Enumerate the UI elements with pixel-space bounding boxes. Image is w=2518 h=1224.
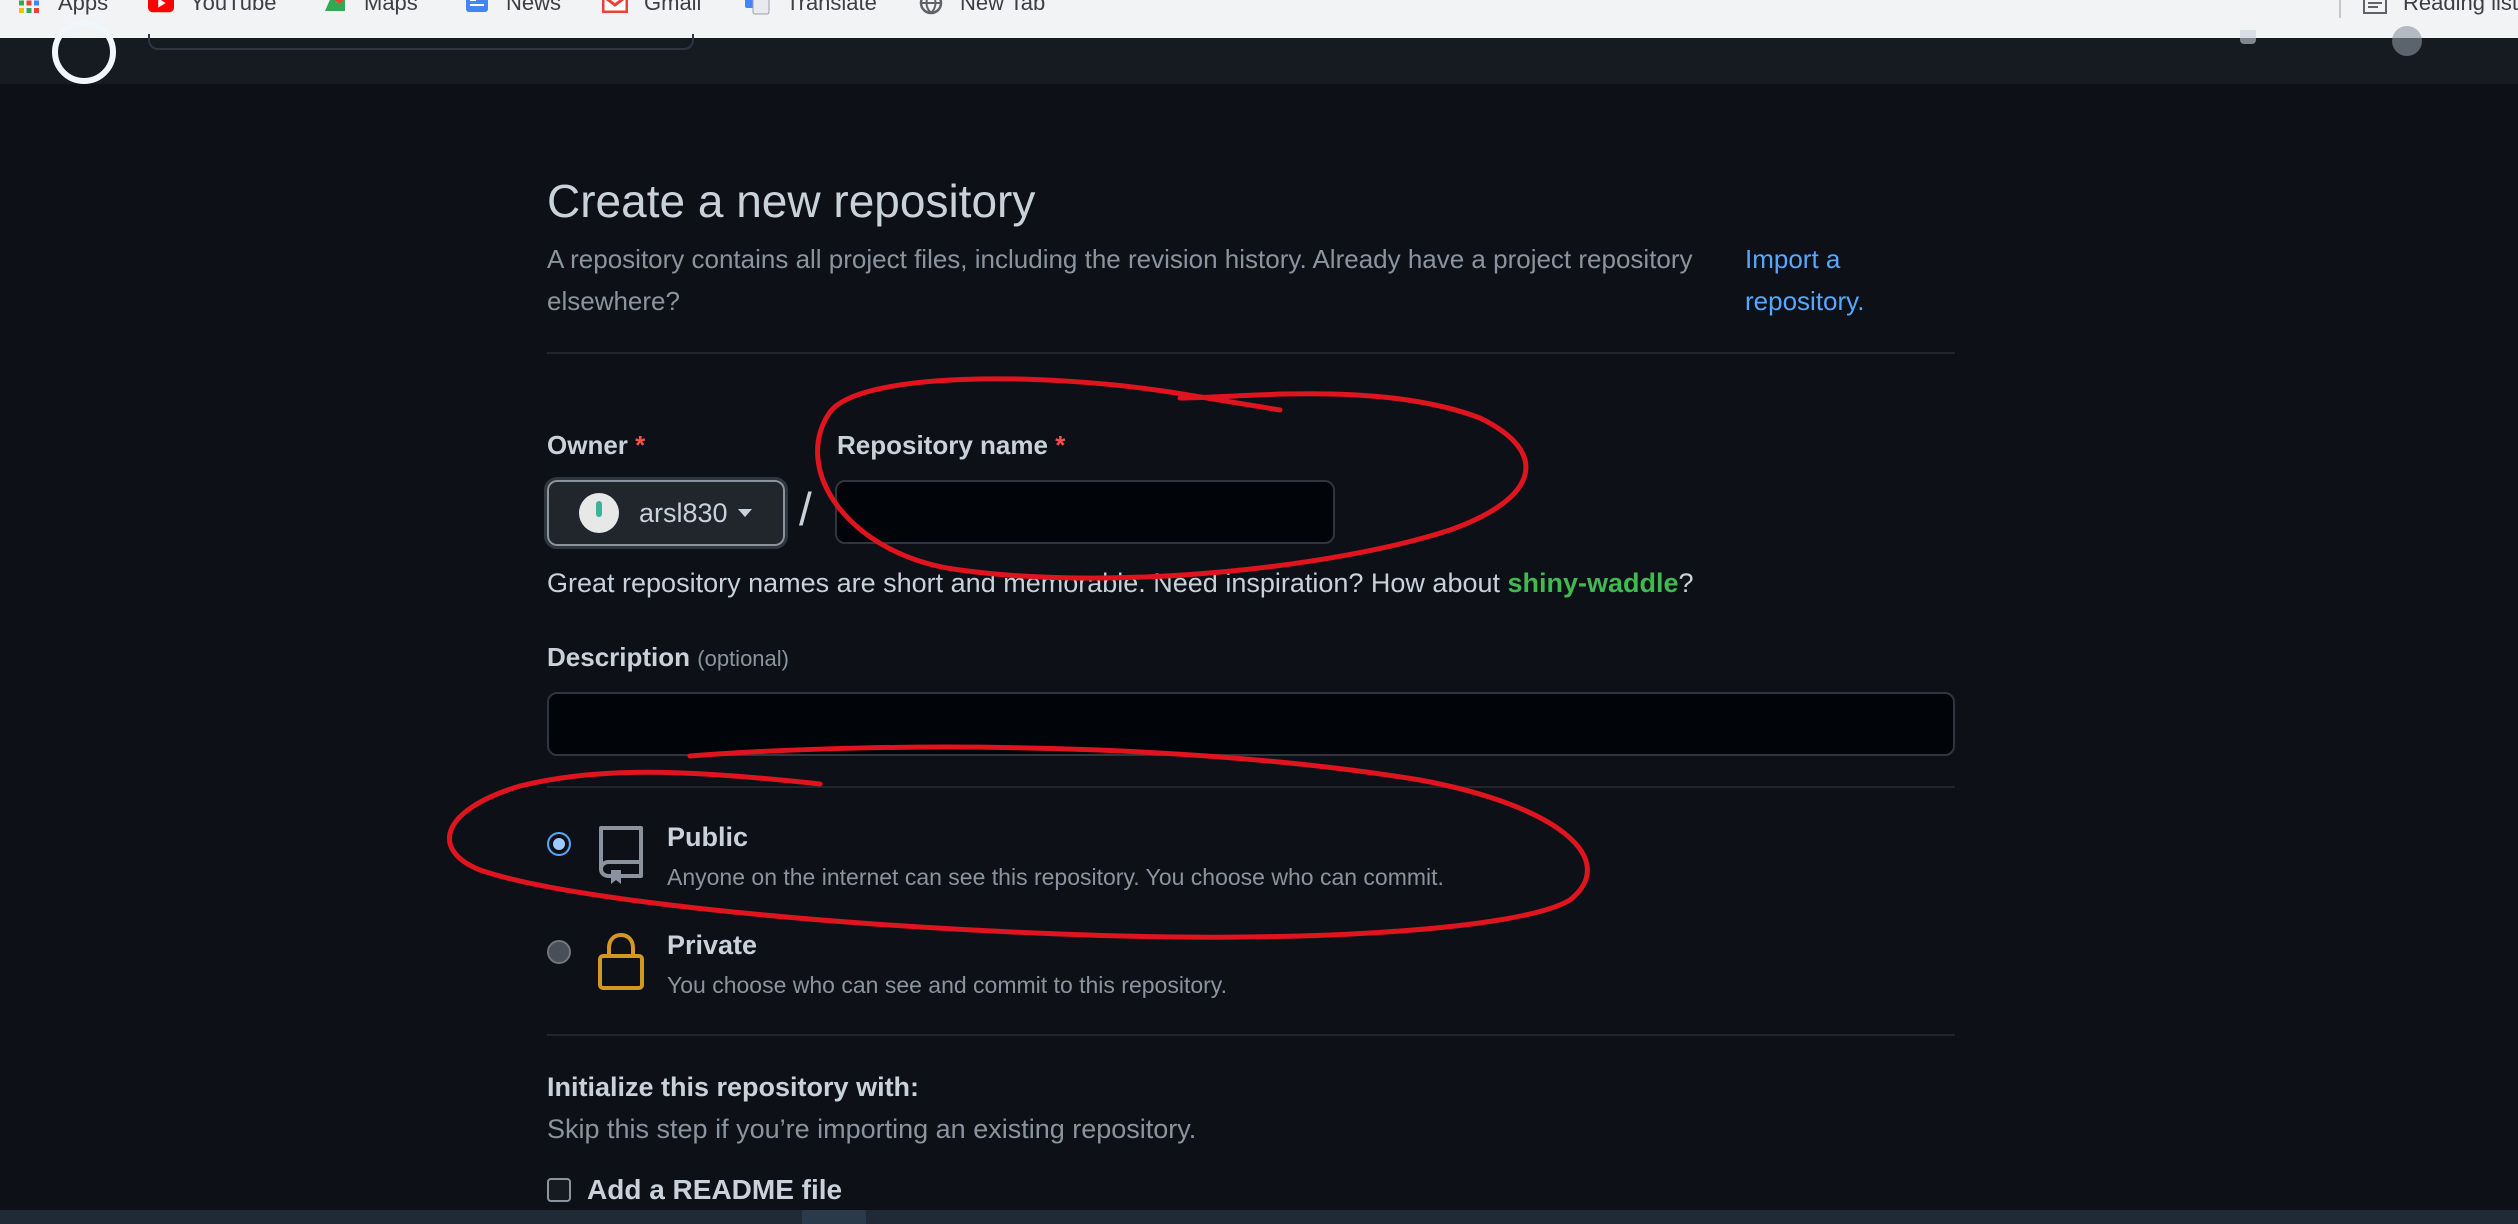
bookmark-youtube[interactable]: YouTube (148, 0, 276, 18)
annotation-circle-repo-name (815, 376, 1529, 581)
caret-down-icon (737, 509, 752, 517)
public-title: Public (667, 822, 749, 852)
bookmark-gmail[interactable]: Gmail (602, 0, 701, 18)
owner-name: arsl830 (639, 497, 728, 528)
public-radio[interactable] (547, 832, 571, 856)
bookmark-label: YouTube (190, 0, 277, 15)
readme-label[interactable]: Add a README file (587, 1174, 842, 1206)
required-mark: * (1055, 430, 1066, 460)
name-hint: Great repository names are short and mem… (547, 568, 1694, 599)
repository-name-label-text: Repository name (837, 430, 1048, 460)
owner-label: Owner * (547, 430, 645, 461)
reading-list-button[interactable]: Reading list (2339, 0, 2518, 18)
bookmark-apps[interactable]: Apps (16, 0, 108, 18)
bookmark-label: Maps (364, 0, 418, 15)
bookmark-maps[interactable]: Maps (322, 0, 418, 18)
private-description: You choose who can see and commit to thi… (667, 972, 1227, 998)
bookmark-label: New Tab (960, 0, 1046, 15)
name-suggestion-link[interactable]: shiny-waddle (1508, 568, 1679, 598)
initialize-subtitle: Skip this step if you’re importing an ex… (547, 1114, 1197, 1144)
os-taskbar (0, 1210, 2518, 1224)
reading-list-label: Reading list (2403, 0, 2518, 15)
private-title: Private (667, 930, 758, 960)
gmail-icon (602, 0, 628, 16)
bookmark-label: Translate (786, 0, 877, 15)
github-logo-icon[interactable] (52, 20, 116, 84)
news-icon (464, 0, 490, 16)
public-description: Anyone on the internet can see this repo… (667, 864, 1444, 890)
divider (547, 1034, 1955, 1036)
required-mark: * (635, 430, 646, 460)
globe-icon (918, 0, 944, 16)
bookmark-translate[interactable]: Translate (744, 0, 877, 18)
notifications-icon[interactable] (2240, 30, 2256, 44)
owner-separator: / (799, 483, 812, 535)
owner-label-text: Owner (547, 430, 628, 460)
repo-book-icon (595, 824, 647, 891)
divider (547, 352, 1955, 354)
import-repository-link[interactable]: Import a repository. (1745, 238, 1945, 322)
repository-name-label: Repository name * (837, 430, 1065, 461)
hint-suffix: ? (1678, 568, 1694, 598)
search-input[interactable] (148, 34, 694, 50)
bookmark-new-tab[interactable]: New Tab (918, 0, 1045, 18)
apps-grid-icon (16, 0, 42, 16)
readme-checkbox[interactable] (547, 1178, 571, 1202)
annotation-overlay (447, 376, 1590, 940)
description-label: Description (optional) (547, 642, 789, 673)
reading-list-icon (2363, 0, 2388, 14)
description-input[interactable] (547, 692, 1955, 756)
owner-avatar (579, 493, 619, 533)
page-subtitle: A repository contains all project files,… (547, 244, 1693, 316)
youtube-icon (148, 0, 174, 16)
maps-icon (322, 0, 348, 16)
optional-tag: (optional) (697, 646, 789, 671)
bookmark-label: Apps (58, 0, 109, 15)
divider (547, 786, 1955, 788)
bookmark-news[interactable]: News (464, 0, 561, 18)
translate-icon (744, 0, 770, 16)
page-title: Create a new repository (547, 175, 1036, 227)
private-radio[interactable] (547, 940, 571, 964)
bookmark-label: Gmail (644, 0, 702, 15)
hint-text: Great repository names are short and mem… (547, 568, 1508, 598)
avatar[interactable] (2392, 26, 2422, 56)
lock-icon (595, 930, 647, 997)
github-header (0, 20, 2518, 84)
bookmark-label: News (506, 0, 562, 15)
repository-name-input[interactable] (835, 480, 1335, 544)
initialize-title: Initialize this repository with: (547, 1072, 920, 1102)
taskbar-item[interactable] (802, 1210, 866, 1224)
owner-dropdown[interactable]: arsl830 (544, 477, 788, 549)
description-label-text: Description (547, 642, 691, 672)
